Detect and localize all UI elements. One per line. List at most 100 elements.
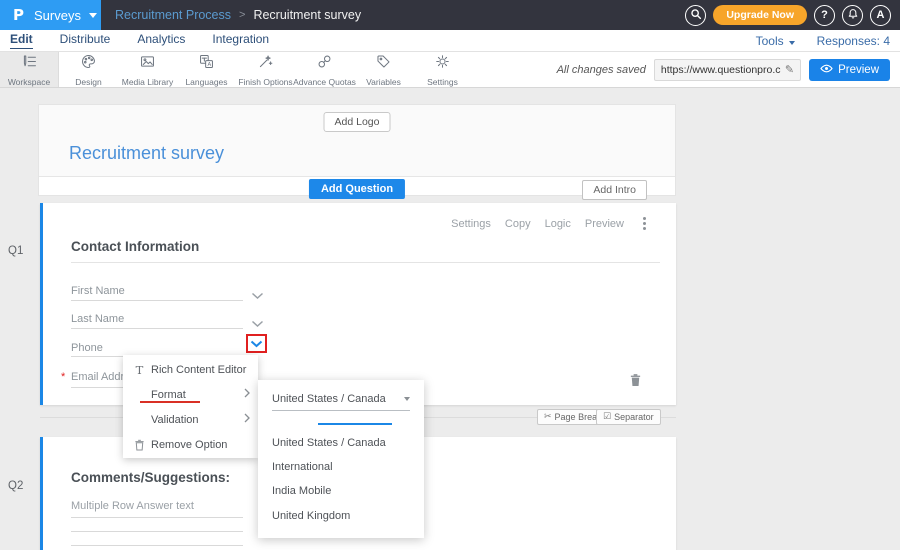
- survey-url-input[interactable]: [661, 64, 781, 76]
- questionpro-logo: P: [13, 6, 24, 24]
- text-tool-icon: T: [132, 363, 147, 377]
- toolbar-item-advance-quotas[interactable]: Advance Quotas: [295, 52, 354, 87]
- kebab-menu-icon[interactable]: [643, 217, 646, 230]
- question-logic-link[interactable]: Logic: [545, 218, 571, 230]
- format-option-international[interactable]: International: [272, 461, 333, 473]
- question1-title[interactable]: Contact Information: [71, 239, 199, 254]
- survey-header-card: Add Logo Recruitment survey Add Question…: [38, 104, 676, 196]
- breadcrumb-current-survey: Recruitment survey: [253, 8, 361, 22]
- bell-icon: [847, 8, 859, 23]
- toolbar-right: All changes saved ✎ Preview: [557, 52, 900, 87]
- caret-down-icon: [789, 41, 795, 45]
- format-select-underline: [272, 410, 410, 411]
- responses-count-link[interactable]: Responses: 4: [817, 34, 890, 48]
- submenu-arrow-icon: [244, 413, 250, 426]
- toolbar-item-settings[interactable]: Settings: [413, 52, 472, 87]
- save-status-text: All changes saved: [557, 64, 646, 76]
- search-button[interactable]: [685, 5, 706, 26]
- separator-button[interactable]: ☑ Separator: [596, 409, 661, 425]
- chevron-down-icon[interactable]: [250, 335, 263, 353]
- question-preview-link[interactable]: Preview: [585, 218, 624, 230]
- add-intro-button[interactable]: Add Intro: [582, 180, 647, 200]
- answer-placeholder-text[interactable]: Multiple Row Answer text: [71, 500, 194, 512]
- add-question-button[interactable]: Add Question: [309, 179, 405, 199]
- option-context-menu: T Rich Content Editor Format Validation …: [123, 355, 258, 458]
- eye-icon: [820, 64, 833, 76]
- required-marker: *: [61, 371, 65, 383]
- question1-number: Q1: [8, 245, 23, 257]
- delete-question-button[interactable]: [629, 373, 642, 392]
- format-option-us-canada[interactable]: United States / Canada: [272, 437, 386, 449]
- magic-wand-icon: [257, 53, 274, 75]
- tab-analytics[interactable]: Analytics: [137, 32, 185, 49]
- question-settings-link[interactable]: Settings: [451, 218, 491, 230]
- field-label-last-name[interactable]: Last Name: [71, 313, 124, 325]
- tools-menu[interactable]: Tools: [756, 34, 795, 48]
- chain-links-icon: [316, 53, 333, 75]
- annotation-underline-format: [140, 401, 200, 403]
- question1-actions: Settings Copy Logic Preview: [451, 217, 646, 230]
- tab-distribute[interactable]: Distribute: [60, 32, 111, 49]
- search-icon: [689, 7, 703, 24]
- field-label-first-name[interactable]: First Name: [71, 285, 125, 297]
- account-avatar[interactable]: A: [870, 5, 891, 26]
- answer-underline: [71, 545, 243, 546]
- answer-underline: [71, 517, 243, 518]
- format-selected-value: United States / Canada: [272, 393, 386, 405]
- menu-item-rich-content-editor[interactable]: T Rich Content Editor: [123, 357, 258, 382]
- format-select[interactable]: United States / Canada: [272, 393, 410, 405]
- chevron-down-icon[interactable]: [251, 287, 264, 305]
- notifications-button[interactable]: [842, 5, 863, 26]
- trash-outline-icon: [132, 439, 147, 451]
- tabbar-right: Tools Responses: 4: [756, 34, 900, 48]
- edit-url-pencil-icon[interactable]: ✎: [785, 63, 794, 76]
- surveys-product-menu[interactable]: P Surveys: [0, 0, 101, 30]
- toolbar-item-finish-options[interactable]: Finish Options: [236, 52, 295, 87]
- toolbar-item-variables[interactable]: Variables: [354, 52, 413, 87]
- product-menu-label: Surveys: [34, 8, 81, 23]
- question2-title[interactable]: Comments/Suggestions:: [71, 470, 230, 485]
- question-copy-link[interactable]: Copy: [505, 218, 531, 230]
- translate-icon: A: [198, 53, 215, 75]
- survey-title[interactable]: Recruitment survey: [69, 143, 224, 164]
- help-button[interactable]: ?: [814, 5, 835, 26]
- header-divider: [39, 176, 675, 177]
- toolbar-item-languages[interactable]: A Languages: [177, 52, 236, 87]
- preview-button[interactable]: Preview: [809, 59, 890, 81]
- menu-item-remove-option[interactable]: Remove Option: [123, 432, 258, 457]
- breadcrumb-separator: >: [239, 9, 245, 21]
- topbar-actions: Upgrade Now ? A: [685, 5, 900, 26]
- toolbar-item-design[interactable]: Design: [59, 52, 118, 87]
- survey-url-box: ✎: [654, 59, 801, 81]
- format-submenu-panel: United States / Canada United States / C…: [258, 380, 424, 538]
- editor-toolbar: Workspace Design Media Library A Languag…: [0, 52, 900, 88]
- menu-item-validation[interactable]: Validation: [123, 407, 258, 432]
- image-icon: [139, 53, 156, 75]
- caret-down-icon: [89, 13, 97, 18]
- tab-edit[interactable]: Edit: [10, 32, 33, 49]
- tag-icon: [375, 53, 392, 75]
- chevron-down-icon[interactable]: [251, 315, 264, 333]
- submenu-arrow-icon: [244, 388, 250, 401]
- add-logo-button[interactable]: Add Logo: [324, 112, 391, 132]
- trash-icon: [629, 374, 642, 391]
- svg-text:A: A: [208, 62, 212, 68]
- questionpro-survey-editor: P Surveys Recruitment Process > Recruitm…: [0, 0, 900, 550]
- survey-tab-bar: Edit Distribute Analytics Integration To…: [0, 30, 900, 52]
- field-label-phone[interactable]: Phone: [71, 342, 103, 354]
- tab-integration[interactable]: Integration: [212, 32, 269, 49]
- menu-item-format[interactable]: Format: [123, 382, 258, 407]
- toolbar-item-media-library[interactable]: Media Library: [118, 52, 177, 87]
- top-navigation-bar: P Surveys Recruitment Process > Recruitm…: [0, 0, 900, 30]
- format-option-united-kingdom[interactable]: United Kingdom: [272, 510, 350, 522]
- field-label-email[interactable]: Email Addre: [71, 371, 130, 383]
- breadcrumb-folder-link[interactable]: Recruitment Process: [115, 8, 231, 22]
- checkbox-icon: ☑: [603, 412, 611, 422]
- annotation-box-phone-chevron: [246, 334, 267, 353]
- format-option-india-mobile[interactable]: India Mobile: [272, 485, 331, 497]
- caret-down-icon: [404, 397, 410, 401]
- question1-title-divider: [71, 262, 660, 263]
- tabs: Edit Distribute Analytics Integration: [0, 32, 269, 49]
- toolbar-item-workspace[interactable]: Workspace: [0, 52, 59, 87]
- upgrade-now-button[interactable]: Upgrade Now: [713, 5, 807, 25]
